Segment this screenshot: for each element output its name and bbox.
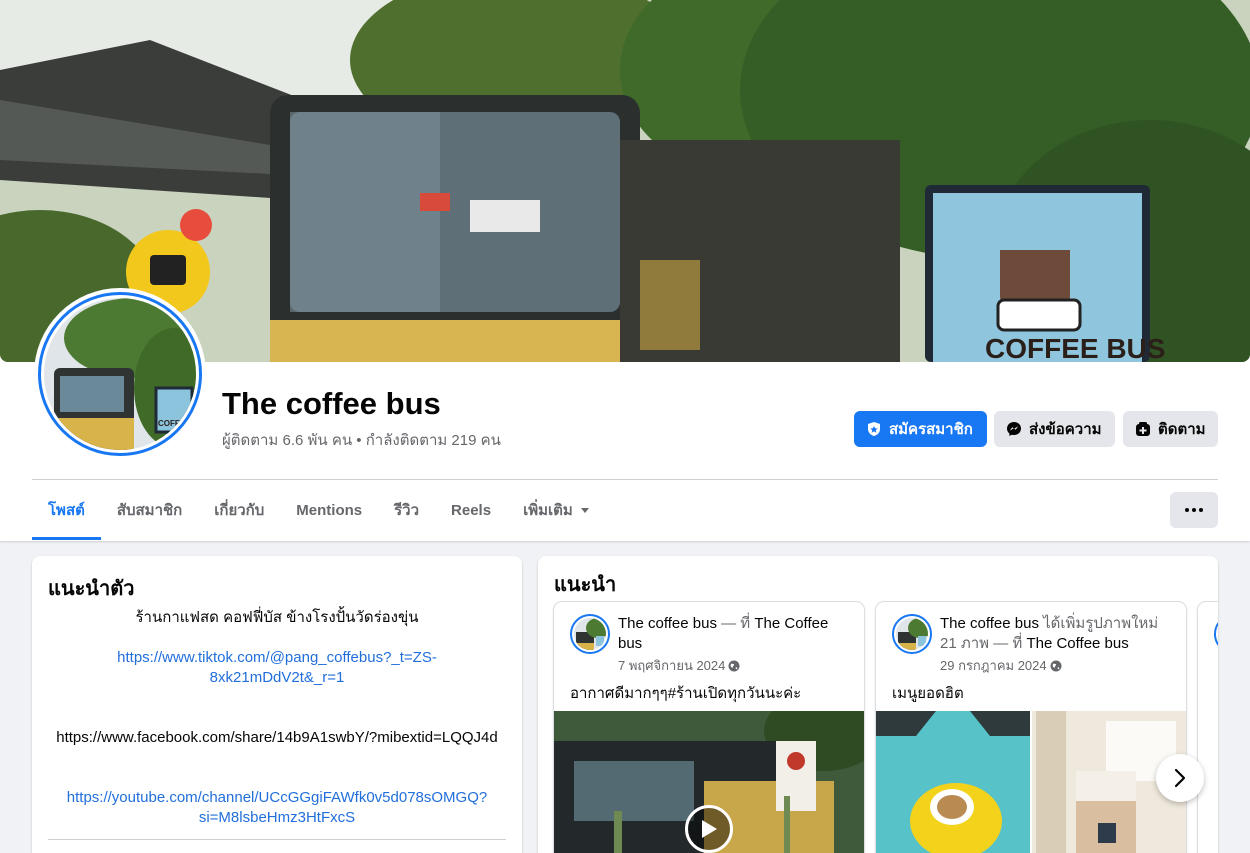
featured-title: แนะนำ — [554, 574, 617, 596]
cover-photo[interactable]: COFFEE BUS — [0, 0, 1250, 362]
post-photos[interactable] — [876, 711, 1186, 853]
post-date-text: 7 พฤศจิกายน 2024 — [618, 658, 726, 673]
tiktok-link[interactable]: https://www.tiktok.com/@pang_coffebus?_t… — [48, 648, 506, 688]
post-date-text: 29 กรกฎาคม 2024 — [940, 658, 1047, 673]
messenger-icon — [1007, 422, 1021, 436]
post-video[interactable] — [554, 711, 864, 853]
more-options-button[interactable] — [1170, 492, 1218, 528]
follow-icon — [1136, 422, 1150, 436]
intro-divider — [48, 839, 506, 840]
profile-image: COFFEE — [44, 298, 196, 450]
play-button[interactable] — [685, 805, 733, 853]
featured-post[interactable] — [1198, 602, 1218, 853]
svg-text:COFFEE: COFFEE — [158, 419, 191, 428]
shield-icon — [868, 422, 880, 436]
svg-text:COFFEE BUS: COFFEE BUS — [985, 333, 1165, 362]
tab-more[interactable]: เพิ่มเติม — [507, 480, 605, 540]
message-button-label: ส่งข้อความ — [1029, 421, 1102, 438]
post-avatar[interactable] — [570, 614, 610, 654]
follow-button[interactable]: ติดตาม — [1123, 411, 1218, 447]
tab-posts[interactable]: โพสต์ — [32, 480, 101, 540]
post-author[interactable]: The coffee bus — [940, 615, 1039, 632]
featured-post[interactable]: The coffee bus ได้เพิ่มรูปภาพใหม่ 21 ภาพ… — [876, 602, 1186, 853]
tab-reels[interactable]: Reels — [435, 480, 507, 540]
featured-card: แนะนำ The coffee bus — ที่ The Coffee bu… — [538, 556, 1218, 853]
message-button[interactable]: ส่งข้อความ — [994, 411, 1115, 447]
caret-down-icon — [580, 507, 589, 513]
post-header: The coffee bus ได้เพิ่มรูปภาพใหม่ 21 ภาพ… — [940, 614, 1176, 654]
post-avatar[interactable] — [1214, 614, 1218, 654]
more-icon — [1185, 508, 1203, 512]
post-avatar[interactable] — [892, 614, 932, 654]
intro-title: แนะนำตัว — [48, 578, 135, 600]
intro-card: แนะนำตัว ร้านกาแฟสด คอฟฟี่บัส ข้างโรงปั้… — [32, 556, 522, 853]
tab-mentions[interactable]: Mentions — [280, 480, 378, 540]
follower-stats[interactable]: ผู้ติดตาม 6.6 พัน คน • กำลังติดตาม 219 ค… — [222, 428, 501, 452]
tab-about[interactable]: เกี่ยวกับ — [198, 480, 280, 540]
profile-picture[interactable]: COFFEE — [34, 288, 206, 460]
globe-icon — [728, 660, 740, 671]
post-avatar-image — [574, 618, 606, 650]
join-button-label: สมัครสมาชิก — [889, 421, 973, 438]
post-text: เมนูยอดฮิต — [892, 685, 964, 702]
post-text: อากาศดีมากๆๆ#ร้านเปิดทุกวันนะค่ะ — [570, 685, 802, 702]
post-date[interactable]: 29 กรกฎาคม 2024 — [940, 655, 1062, 676]
post-header: The coffee bus — ที่ The Coffee bus — [618, 614, 854, 654]
post-photo-grid — [876, 711, 1186, 853]
tab-more-label: เพิ่มเติม — [523, 502, 573, 519]
intro-description: ร้านกาแฟสด คอฟฟี่บัส ข้างโรงปั้นวัดร่องข… — [135, 609, 419, 626]
post-action: — ที่ — [716, 615, 755, 632]
facebook-link[interactable]: https://www.facebook.com/share/14b9A1swb… — [48, 728, 506, 748]
post-author[interactable]: The coffee bus — [618, 615, 717, 632]
globe-icon — [1050, 660, 1062, 671]
profile-tabs: โพสต์ สับสมาชิก เกี่ยวกับ Mentions รีวิว… — [32, 480, 605, 540]
play-icon — [702, 820, 717, 838]
youtube-link[interactable]: https://youtube.com/channel/UCcGGgiFAWfk… — [48, 788, 506, 828]
post-date[interactable]: 7 พฤศจิกายน 2024 — [618, 655, 740, 676]
post-avatar-image — [896, 618, 928, 650]
post-place[interactable]: The Coffee bus — [1026, 635, 1128, 652]
page-header: COFFEE BUS COFFEE The coffee bus ผู้ติดต… — [0, 0, 1250, 541]
tab-subscriptions[interactable]: สับสมาชิก — [101, 480, 198, 540]
chevron-right-icon — [1174, 768, 1186, 788]
follow-button-label: ติดตาม — [1158, 421, 1206, 438]
join-button[interactable]: สมัครสมาชิก — [854, 411, 987, 447]
cover-illustration: COFFEE BUS — [0, 0, 1250, 362]
page-title: The coffee bus — [222, 386, 441, 421]
featured-post[interactable]: The coffee bus — ที่ The Coffee bus 7 พฤ… — [554, 602, 864, 853]
carousel-next-button[interactable] — [1156, 754, 1204, 802]
tab-reviews[interactable]: รีวิว — [378, 480, 435, 540]
